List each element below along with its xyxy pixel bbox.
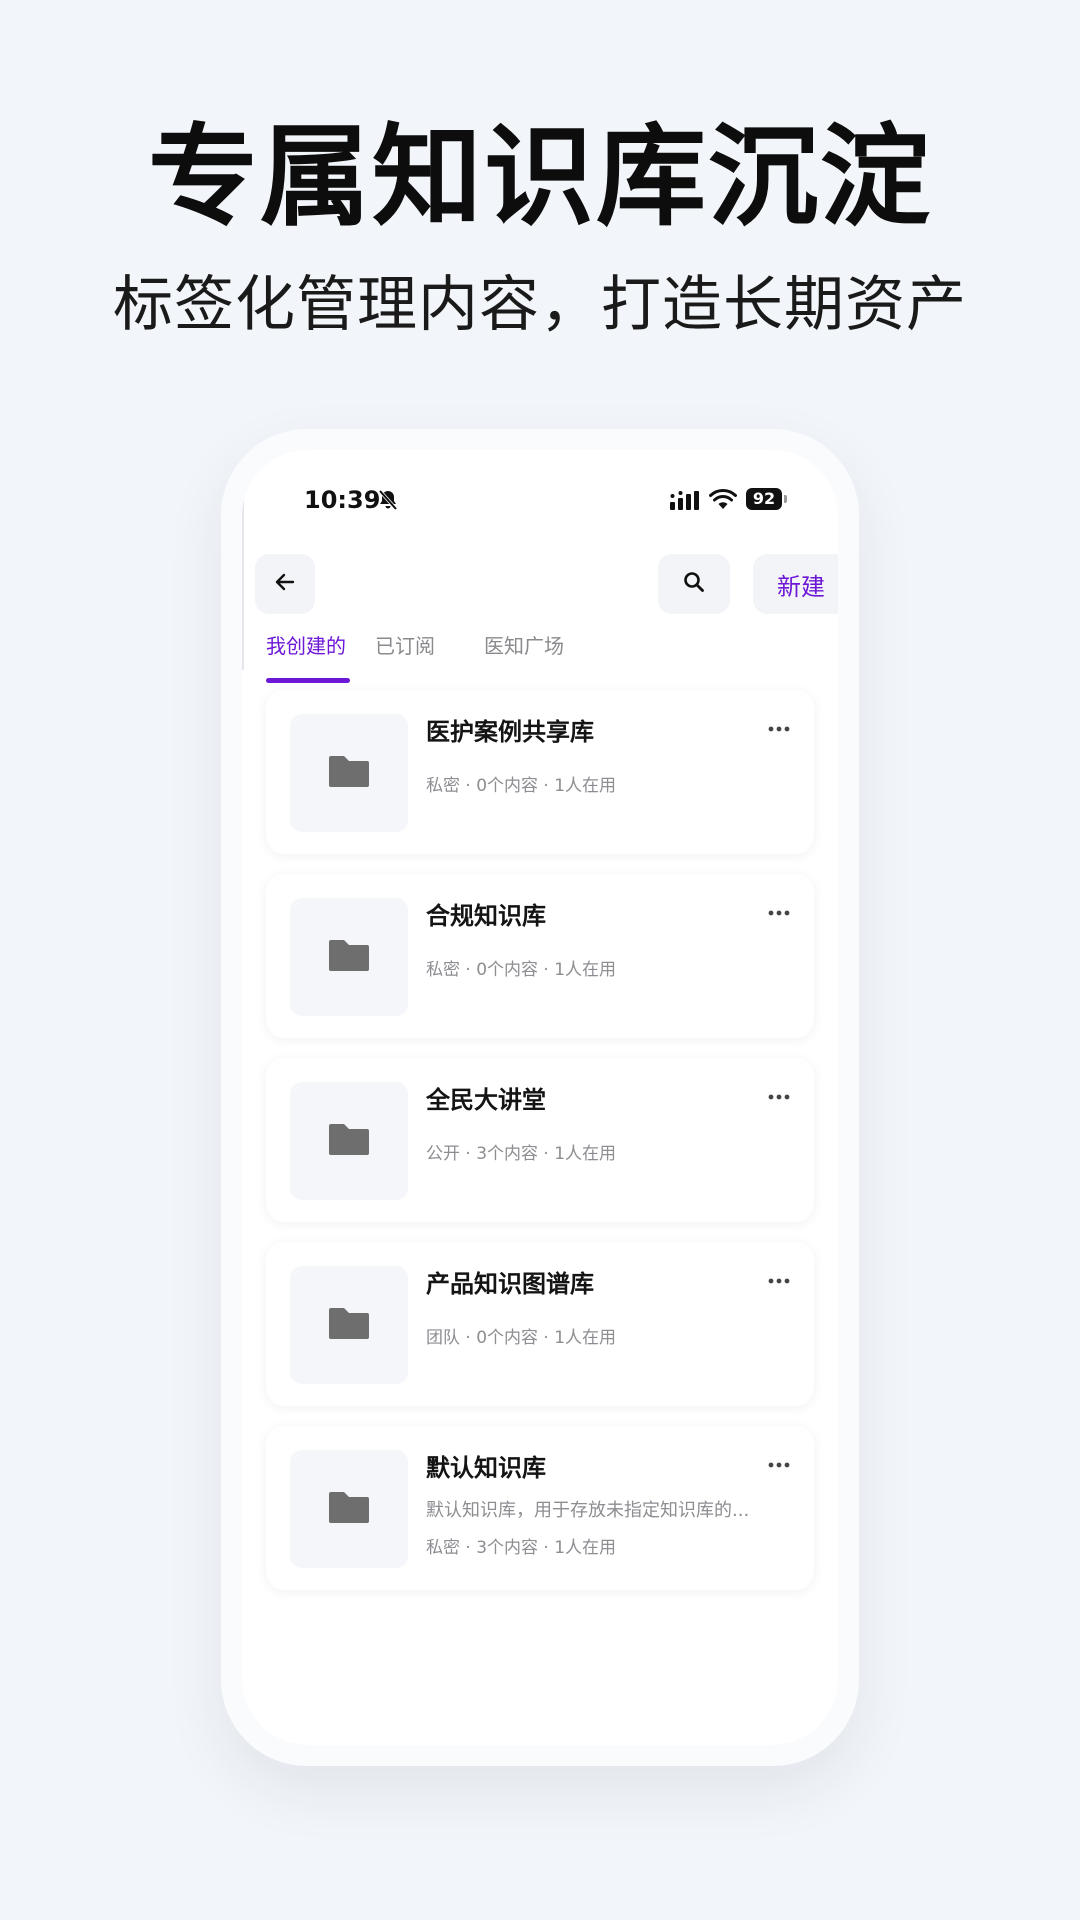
more-dots-icon	[767, 1270, 791, 1289]
knowledge-base-card[interactable]: 医护案例共享库 私密 · 0个内容 · 1人在用	[266, 690, 814, 854]
more-options-button[interactable]	[764, 1448, 794, 1478]
arrow-left-icon	[272, 569, 298, 599]
kb-title: 合规知识库	[426, 902, 546, 930]
kb-thumbnail	[290, 1450, 408, 1568]
tab-bar: 我创建的 已订阅 医知广场	[242, 628, 838, 688]
battery-tip	[784, 495, 787, 503]
folder-icon	[328, 1306, 370, 1344]
search-button[interactable]	[658, 554, 730, 614]
more-dots-icon	[767, 902, 791, 921]
hero-title: 专属知识库沉淀	[148, 113, 932, 241]
kb-meta: 公开 · 3个内容 · 1人在用	[426, 1144, 617, 1164]
kb-meta: 团队 · 0个内容 · 1人在用	[426, 1328, 617, 1348]
signal-icon	[669, 490, 701, 512]
promo-page: 专属知识库沉淀 标签化管理内容，打造长期资产 10:39 92 新建 我创建的 …	[0, 0, 1080, 1920]
kb-thumbnail	[290, 714, 408, 832]
active-tab-indicator	[266, 678, 350, 683]
more-options-button[interactable]	[764, 712, 794, 742]
more-options-button[interactable]	[764, 1080, 794, 1110]
kb-meta: 私密 · 0个内容 · 1人在用	[426, 960, 617, 980]
more-dots-icon	[767, 1086, 791, 1105]
phone-frame: 10:39 92 新建 我创建的 已订阅 医知广场 医护案例共享库 私密 · 0…	[221, 429, 859, 1766]
kb-title: 默认知识库	[426, 1454, 546, 1482]
folder-icon	[328, 1122, 370, 1160]
phone-screen: 10:39 92 新建 我创建的 已订阅 医知广场 医护案例共享库 私密 · 0…	[242, 450, 838, 1745]
tab-subscribed[interactable]: 已订阅	[375, 628, 435, 688]
wifi-icon	[709, 488, 737, 512]
more-dots-icon	[767, 1454, 791, 1473]
folder-icon	[328, 1490, 370, 1528]
more-dots-icon	[767, 718, 791, 737]
knowledge-base-card[interactable]: 全民大讲堂 公开 · 3个内容 · 1人在用	[266, 1058, 814, 1222]
knowledge-base-card[interactable]: 默认知识库 默认知识库，用于存放未指定知识库的... 私密 · 3个内容 · 1…	[266, 1426, 814, 1590]
knowledge-base-card[interactable]: 产品知识图谱库 团队 · 0个内容 · 1人在用	[266, 1242, 814, 1406]
kb-title: 医护案例共享库	[426, 718, 594, 746]
status-time: 10:39	[304, 486, 381, 514]
knowledge-base-card[interactable]: 合规知识库 私密 · 0个内容 · 1人在用	[266, 874, 814, 1038]
status-bar: 10:39 92	[242, 450, 838, 540]
kb-thumbnail	[290, 898, 408, 1016]
hero-subtitle: 标签化管理内容，打造长期资产	[113, 270, 967, 340]
kb-title: 产品知识图谱库	[426, 1270, 594, 1298]
more-options-button[interactable]	[764, 896, 794, 926]
kb-title: 全民大讲堂	[426, 1086, 546, 1114]
new-button[interactable]: 新建	[753, 554, 838, 614]
folder-icon	[328, 754, 370, 792]
search-icon	[681, 569, 707, 599]
battery-icon: 92	[746, 488, 782, 510]
kb-meta: 私密 · 3个内容 · 1人在用	[426, 1538, 617, 1558]
tab-plaza[interactable]: 医知广场	[484, 628, 564, 688]
kb-description: 默认知识库，用于存放未指定知识库的...	[426, 1500, 750, 1521]
bell-slash-icon	[376, 488, 400, 512]
kb-thumbnail	[290, 1082, 408, 1200]
kb-meta: 私密 · 0个内容 · 1人在用	[426, 776, 617, 796]
kb-thumbnail	[290, 1266, 408, 1384]
back-button[interactable]	[255, 554, 315, 614]
more-options-button[interactable]	[764, 1264, 794, 1294]
folder-icon	[328, 938, 370, 976]
